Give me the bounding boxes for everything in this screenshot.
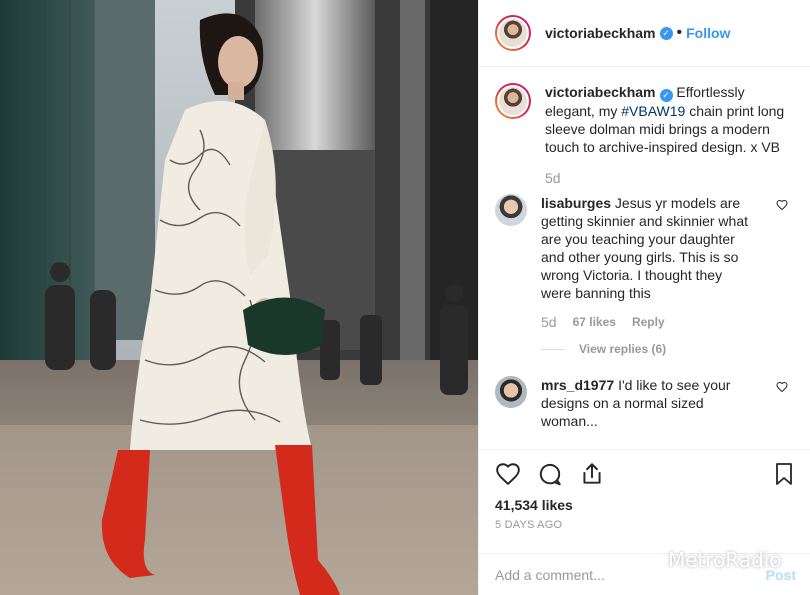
author-username[interactable]: victoriabeckham [545,25,656,41]
comment-username[interactable]: mrs_d1977 [541,377,614,393]
heart-icon[interactable] [495,461,521,487]
caption-meta: 5d [545,170,794,186]
verified-icon: ✓ [659,26,673,40]
comments-scroll-area[interactable]: victoriabeckham ✓ Effortlessly elegant, m… [479,67,810,449]
post-photo[interactable] [0,0,478,595]
view-replies[interactable]: View replies (6) [541,342,756,356]
author-avatar[interactable] [495,15,531,51]
share-icon[interactable] [579,461,605,487]
view-replies-label[interactable]: View replies (6) [579,342,666,356]
caption: victoriabeckham ✓ Effortlessly elegant, m… [495,83,794,186]
caption-avatar[interactable] [495,83,531,119]
comment-username[interactable]: lisaburges [541,195,611,211]
bookmark-icon[interactable] [772,461,796,487]
comment-icon[interactable] [537,461,563,487]
add-comment-input[interactable]: Add a comment... [495,567,605,583]
comment-meta: 5d 67 likes Reply [541,314,756,330]
comment-like-icon[interactable] [776,380,788,398]
caption-username[interactable]: victoriabeckham [545,84,656,100]
comment-item: lisaburges Jesus yr models are getting s… [495,194,794,356]
watermark: MetroRadio [640,548,782,572]
hashtag-link[interactable]: #VBAW19 [621,103,685,119]
post-header: victoriabeckham ✓ • Follow [479,0,810,67]
commenter-avatar[interactable] [495,194,527,226]
commenter-avatar[interactable] [495,376,527,408]
separator-dot: • [676,24,683,41]
instagram-post: victoriabeckham ✓ • Follow victoriabeckh… [0,0,810,595]
follow-button[interactable]: Follow [686,25,730,41]
caption-text: victoriabeckham ✓ Effortlessly elegant, m… [545,83,794,156]
comment-text: mrs_d1977 I'd like to see your designs o… [541,376,756,430]
likes-count[interactable]: 41,534 likes [479,497,810,519]
comment-text: lisaburges Jesus yr models are getting s… [541,194,756,302]
action-bar [479,449,810,497]
post-side-panel: victoriabeckham ✓ • Follow victoriabeckh… [478,0,810,595]
fashion-photo [0,0,478,595]
comment-item: mrs_d1977 I'd like to see your designs o… [495,376,794,430]
wechat-icon [640,551,662,569]
caption-time[interactable]: 5d [545,170,561,186]
watermark-text: MetroRadio [668,548,782,572]
replies-line [541,348,565,350]
comment-time[interactable]: 5d [541,314,557,330]
reply-button[interactable]: Reply [632,315,665,329]
comment-like-icon[interactable] [776,198,788,216]
comment-likes[interactable]: 67 likes [573,315,616,329]
verified-icon: ✓ [659,89,673,102]
